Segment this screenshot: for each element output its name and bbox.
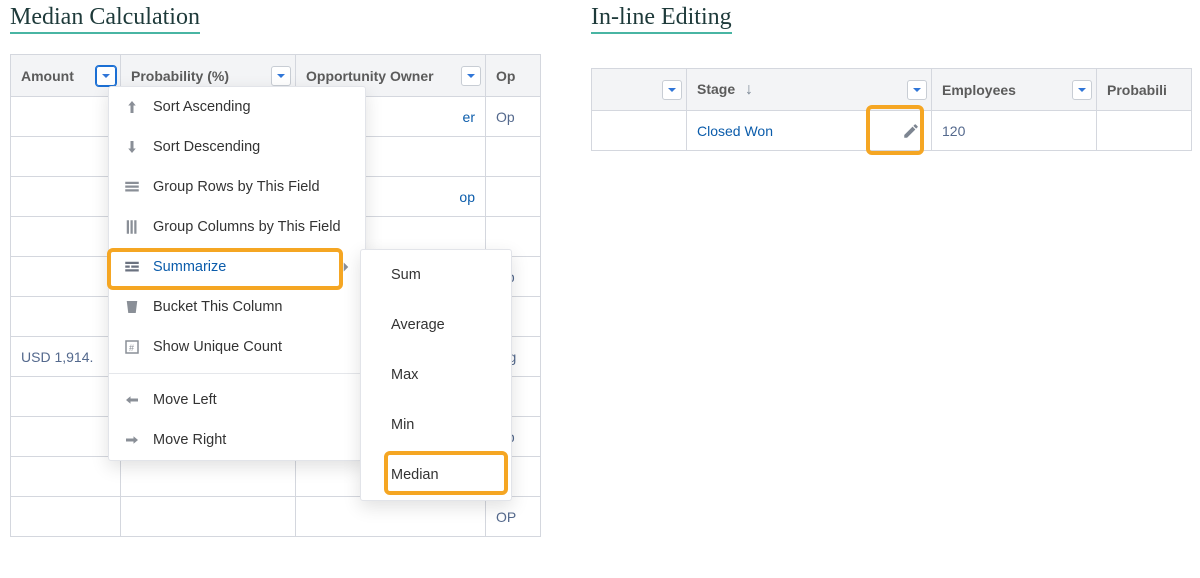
menu-label: Show Unique Count: [153, 339, 282, 355]
menu-sort-descending[interactable]: Sort Descending: [109, 127, 365, 167]
hash-icon: #: [123, 338, 141, 356]
submenu-max[interactable]: Max: [361, 350, 511, 400]
col-prob-right: Probabili: [1097, 69, 1192, 111]
menu-group-columns[interactable]: Group Columns by This Field: [109, 207, 365, 247]
chevron-down-icon: [466, 71, 476, 81]
menu-label: Move Left: [153, 392, 217, 408]
col-probability-menu-trigger[interactable]: [271, 66, 291, 86]
menu-label: Bucket This Column: [153, 299, 282, 315]
employees-value[interactable]: 120: [932, 111, 1097, 151]
menu-label: Group Rows by This Field: [153, 179, 320, 195]
chevron-down-icon: [101, 71, 111, 81]
table-row: Closed Won 120: [592, 111, 1192, 151]
pencil-icon: [902, 122, 920, 140]
menu-separator: [109, 373, 365, 374]
submenu-average[interactable]: Average: [361, 300, 511, 350]
col-employees-menu-trigger[interactable]: [1072, 80, 1092, 100]
col-amount: Amount: [11, 55, 121, 97]
col-employees: Employees: [932, 69, 1097, 111]
columns-icon: [123, 218, 141, 236]
col-probability-label: Probability (%): [131, 68, 229, 84]
summarize-icon: [123, 258, 141, 276]
arrow-right-icon: [123, 431, 141, 449]
menu-label: Sort Ascending: [153, 99, 251, 115]
menu-unique-count[interactable]: # Show Unique Count: [109, 327, 365, 367]
menu-label: Median: [391, 467, 439, 483]
chevron-down-icon: [276, 71, 286, 81]
arrow-left-icon: [123, 391, 141, 409]
col-owner-menu-trigger[interactable]: [461, 66, 481, 86]
report-table-right: Stage ↓ Employees Probabili: [591, 68, 1192, 151]
col-stage-label: Stage: [697, 81, 735, 97]
rows-icon: [123, 178, 141, 196]
menu-bucket[interactable]: Bucket This Column: [109, 287, 365, 327]
col-employees-label: Employees: [942, 82, 1016, 98]
col-amount-menu-trigger[interactable]: [96, 66, 116, 86]
col-stage: Stage ↓: [687, 69, 932, 111]
col-amount-label: Amount: [21, 68, 74, 84]
menu-move-right[interactable]: Move Right: [109, 420, 365, 460]
menu-label: Min: [391, 417, 414, 433]
menu-label: Sort Descending: [153, 139, 260, 155]
svg-text:#: #: [129, 343, 134, 353]
edit-stage-button[interactable]: [899, 119, 923, 143]
column-context-menu: Sort Ascending Sort Descending Group Row…: [108, 86, 366, 461]
menu-label: Group Columns by This Field: [153, 219, 341, 235]
menu-sort-ascending[interactable]: Sort Ascending: [109, 87, 365, 127]
stage-value: Closed Won: [697, 123, 773, 139]
chevron-down-icon: [1077, 85, 1087, 95]
menu-label: Summarize: [153, 259, 226, 275]
menu-group-rows[interactable]: Group Rows by This Field: [109, 167, 365, 207]
menu-label: Sum: [391, 267, 421, 283]
chevron-down-icon: [667, 85, 677, 95]
submenu-sum[interactable]: Sum: [361, 250, 511, 300]
submenu-min[interactable]: Min: [361, 400, 511, 450]
inline-editing-panel: In-line Editing Stage ↓: [591, 4, 1192, 537]
chevron-right-icon: [337, 258, 355, 276]
caption-left: Median Calculation: [10, 4, 200, 34]
col-blank-menu-trigger[interactable]: [662, 80, 682, 100]
menu-label: Average: [391, 317, 445, 333]
col-blank: [592, 69, 687, 111]
submenu-median[interactable]: Median: [361, 450, 511, 500]
menu-move-left[interactable]: Move Left: [109, 380, 365, 420]
chevron-down-icon: [912, 85, 922, 95]
summarize-submenu: Sum Average Max Min Median: [360, 249, 512, 501]
stage-cell[interactable]: Closed Won: [687, 111, 932, 151]
col-next-label: Op: [496, 68, 515, 84]
menu-label: Move Right: [153, 432, 226, 448]
bucket-icon: [123, 298, 141, 316]
sort-down-icon: ↓: [745, 81, 753, 98]
col-next: Op: [486, 55, 541, 97]
arrow-up-icon: [123, 98, 141, 116]
menu-summarize[interactable]: Summarize: [109, 247, 365, 287]
amount-cell: USD 1,914.: [11, 337, 121, 377]
median-calculation-panel: Median Calculation Amount Probability (%…: [10, 4, 541, 537]
col-prob-right-label: Probabili: [1107, 82, 1167, 98]
caption-right: In-line Editing: [591, 4, 732, 34]
col-stage-menu-trigger[interactable]: [907, 80, 927, 100]
arrow-down-icon: [123, 138, 141, 156]
menu-label: Max: [391, 367, 418, 383]
table-row: OP: [11, 497, 541, 537]
col-owner-label: Opportunity Owner: [306, 68, 434, 84]
